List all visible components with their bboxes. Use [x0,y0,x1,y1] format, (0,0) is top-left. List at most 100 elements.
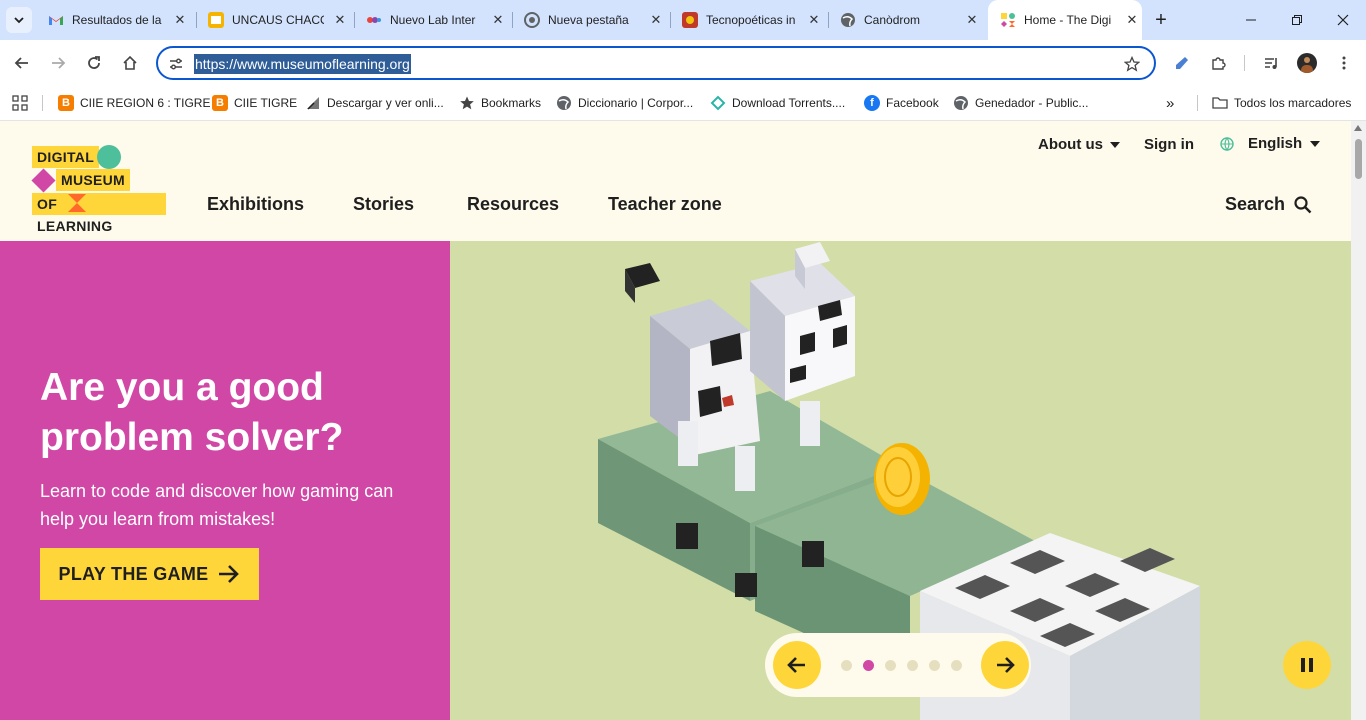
site-info-icon[interactable] [166,54,186,74]
tab-home-digital-museum[interactable]: Home - The Digi ✕ [988,0,1142,40]
close-icon[interactable]: ✕ [490,12,506,28]
close-icon[interactable]: ✕ [964,12,980,28]
bookmark-genedador[interactable]: Genedador - Public... [953,92,1088,114]
tab-title: Canòdrom [864,13,921,27]
back-button[interactable] [8,49,36,77]
toolbar-separator [1244,55,1245,71]
logo-circle-shape [97,145,121,169]
plus-icon: + [1155,8,1167,31]
globe-icon [840,12,856,28]
play-the-game-button[interactable]: PLAY THE GAME [40,548,259,600]
close-icon[interactable]: ✕ [648,12,664,28]
hero-title: Are you a good problem solver? [40,366,344,459]
scrollbar-thumb[interactable] [1355,139,1362,179]
bookmark-label: CIIE TIGRE [234,96,298,110]
all-bookmarks-button[interactable]: Todos los marcadores [1212,92,1351,114]
bookmark-download-torrents[interactable]: Download Torrents.... [710,92,845,114]
apps-button[interactable] [12,92,28,114]
site-header: DIGITAL MUSEUM OF LEARNING About us Sign… [0,121,1351,241]
logo-hourglass-shape [67,194,87,212]
bookmark-label: Download Torrents.... [732,96,846,110]
page-scrollbar[interactable] [1351,121,1366,720]
bookmark-descargar[interactable]: Descargar y ver onli... [305,92,444,114]
chevron-double-right-icon: » [1166,94,1175,112]
forward-button[interactable] [44,49,72,77]
sign-in-label: Sign in [1144,136,1194,153]
bookmark-ciie-region6[interactable]: B CIIE REGION 6 : TIGRE [58,92,210,114]
close-icon[interactable]: ✕ [172,12,188,28]
scroll-up-arrow-icon[interactable] [1354,125,1362,131]
gmail-icon [48,12,64,28]
tab-lab[interactable]: Nuevo Lab Inter ✕ [354,0,512,40]
tab-new[interactable]: Nueva pestaña ✕ [512,0,670,40]
tab-search-button[interactable] [6,7,32,33]
nav-stories[interactable]: Stories [353,194,414,215]
new-tab-button[interactable]: + [1149,8,1173,32]
media-control-button[interactable] [1258,49,1286,77]
carousel-prev-button[interactable] [773,641,821,689]
tab-title: Nuevo Lab Inter [390,13,476,27]
pause-icon [1301,658,1313,672]
bookmark-diccionario[interactable]: Diccionario | Corpor... [556,92,693,114]
carousel-pause-button[interactable] [1283,641,1331,689]
reload-button[interactable] [80,49,108,77]
language-label: English [1248,135,1303,152]
carousel-dot[interactable] [885,660,896,671]
bookmark-star-icon[interactable] [1122,54,1142,74]
tab-strip: Resultados de la ✕ UNCAUS CHACO ✕ Nuevo … [0,0,1366,40]
close-window-button[interactable] [1320,0,1366,40]
carousel-next-button[interactable] [981,641,1029,689]
bookmark-bookmarks[interactable]: Bookmarks [459,92,541,114]
carousel-dot-active[interactable] [863,660,874,671]
facebook-icon: f [864,95,880,111]
nav-teacher-zone[interactable]: Teacher zone [608,194,722,215]
tab-title: Resultados de la [72,13,162,27]
about-us-menu[interactable]: About us [1038,136,1120,153]
tab-uncaus[interactable]: UNCAUS CHACO ✕ [196,0,354,40]
home-button[interactable] [116,49,144,77]
carousel-dot[interactable] [951,660,962,671]
language-selector[interactable]: English [1220,135,1321,152]
minimize-icon [1246,19,1256,21]
sign-in-link[interactable]: Sign in [1144,136,1194,153]
profile-button[interactable] [1293,49,1321,77]
minimize-button[interactable] [1228,0,1274,40]
tab-canodrom[interactable]: Canòdrom ✕ [828,0,986,40]
tab-gmail[interactable]: Resultados de la ✕ [36,0,194,40]
browser-menu-button[interactable] [1330,49,1358,77]
slides-icon [208,12,224,28]
nav-exhibitions[interactable]: Exhibitions [207,194,304,215]
close-icon[interactable]: ✕ [1124,12,1140,28]
carousel-dot[interactable] [841,660,852,671]
media-queue-icon [1265,58,1277,69]
nav-resources[interactable]: Resources [467,194,559,215]
close-icon[interactable]: ✕ [332,12,348,28]
more-bookmarks-button[interactable]: » [1166,92,1174,114]
bookmark-label: CIIE REGION 6 : TIGRE [80,96,211,110]
extension-pen-button[interactable] [1168,49,1196,77]
puzzle-icon [1212,57,1226,70]
carousel-dot[interactable] [907,660,918,671]
bookmark-ciie-tigre[interactable]: B CIIE TIGRE [212,92,297,114]
search-button[interactable]: Search [1225,194,1312,215]
logo-line-museum: MUSEUM [56,169,131,191]
extensions-button[interactable] [1204,49,1232,77]
hero-panel: Are you a good problem solver? Learn to … [0,241,450,720]
address-bar[interactable]: https://www.museumoflearning.org [156,46,1156,80]
dml-icon [1000,12,1016,28]
site-logo[interactable]: DIGITAL MUSEUM OF LEARNING [31,143,172,234]
blogger-icon: B [212,95,228,111]
cta-label: PLAY THE GAME [58,563,209,584]
logo-line-of-learning: OF LEARNING [32,193,166,234]
close-icon[interactable]: ✕ [806,12,822,28]
close-icon [1337,14,1349,26]
restore-button[interactable] [1274,0,1320,40]
browser-toolbar: https://www.museumoflearning.org [0,40,1366,86]
bookmark-facebook[interactable]: f Facebook [864,92,939,114]
chevron-down-icon [14,17,24,24]
arrow-left-icon [787,657,805,673]
web-page: DIGITAL MUSEUM OF LEARNING About us Sign… [0,121,1351,720]
carousel-dot[interactable] [929,660,940,671]
tab-tecnopoeticas[interactable]: Tecnopoéticas in ✕ [670,0,828,40]
url-text[interactable]: https://www.museumoflearning.org [194,54,411,74]
